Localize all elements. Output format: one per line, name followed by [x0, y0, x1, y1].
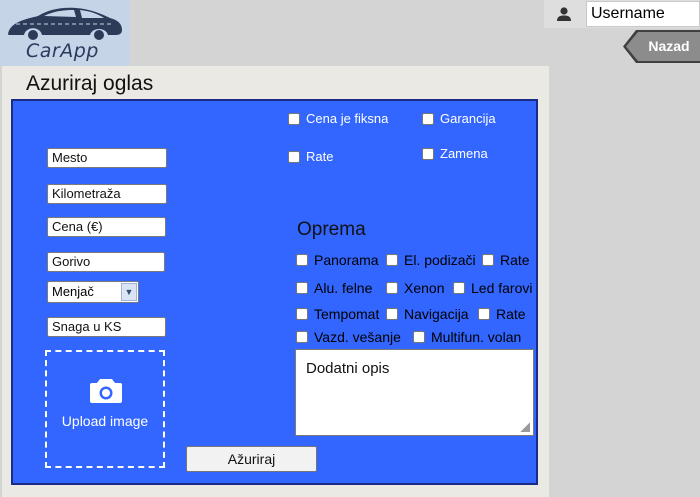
- navigation-checkbox[interactable]: Navigacija: [386, 306, 469, 322]
- checkbox-label: Alu. felne: [314, 280, 373, 296]
- cena-input[interactable]: Cena (€): [47, 217, 166, 237]
- checkbox-box[interactable]: [422, 147, 434, 160]
- back-button[interactable]: Nazad: [622, 29, 700, 63]
- user-icon: [557, 7, 571, 21]
- checkbox-label: Garancija: [440, 111, 496, 126]
- checkbox-box[interactable]: [296, 308, 308, 320]
- kilometraza-input[interactable]: Kilometraža: [47, 184, 167, 204]
- checkbox-label: Cena je fiksna: [306, 111, 389, 126]
- logo-text: CarApp: [26, 40, 99, 62]
- edit-panel: Azuriraj oglas Mesto Kilometraža Cena (€…: [2, 66, 549, 497]
- checkbox-box[interactable]: [386, 282, 398, 294]
- update-button[interactable]: Ažuriraj: [186, 446, 317, 472]
- panorama-checkbox[interactable]: Panorama: [296, 252, 379, 268]
- resize-grip-icon[interactable]: [520, 422, 530, 432]
- checkbox-box[interactable]: [422, 112, 434, 125]
- air-suspension-checkbox[interactable]: Vazd. vešanje: [296, 329, 401, 345]
- checkbox-box[interactable]: [478, 308, 490, 320]
- installments-checkbox[interactable]: Rate: [288, 149, 333, 164]
- checkbox-label: Rate: [500, 252, 530, 268]
- equipment-rate-checkbox[interactable]: Rate: [482, 252, 530, 268]
- mesto-input[interactable]: Mesto: [47, 148, 167, 168]
- xenon-checkbox[interactable]: Xenon: [386, 280, 444, 296]
- checkbox-label: Rate: [496, 306, 526, 322]
- checkbox-label: Panorama: [314, 252, 379, 268]
- led-lights-checkbox[interactable]: Led farovi: [453, 280, 532, 296]
- equipment-title: Oprema: [297, 219, 366, 240]
- checkbox-label: Vazd. vešanje: [314, 329, 401, 345]
- equipment-rate2-checkbox[interactable]: Rate: [478, 306, 526, 322]
- checkbox-label: Xenon: [404, 280, 445, 296]
- username-field[interactable]: Username: [586, 1, 700, 27]
- back-button-label: Nazad: [648, 38, 690, 54]
- description-textarea[interactable]: Dodatni opis: [295, 349, 534, 436]
- fixed-price-checkbox[interactable]: Cena je fiksna: [288, 111, 388, 126]
- snaga-input[interactable]: Snaga u KS: [47, 317, 166, 337]
- alloy-wheels-checkbox[interactable]: Alu. felne: [296, 280, 372, 296]
- checkbox-box[interactable]: [386, 254, 398, 266]
- checkbox-box[interactable]: [386, 308, 398, 320]
- checkbox-label: Rate: [306, 149, 334, 164]
- page-title: Azuriraj oglas: [26, 72, 154, 95]
- checkbox-box[interactable]: [482, 254, 494, 266]
- checkbox-label: El. podizači: [404, 252, 476, 268]
- cruise-control-checkbox[interactable]: Tempomat: [296, 306, 379, 322]
- checkbox-box[interactable]: [453, 282, 465, 294]
- description-placeholder: Dodatni opis: [306, 360, 390, 377]
- checkbox-label: Navigacija: [404, 306, 469, 322]
- trade-in-checkbox[interactable]: Zamena: [422, 146, 488, 161]
- user-area: Username: [544, 0, 700, 28]
- menjac-select-value: Menjač: [52, 284, 94, 299]
- checkbox-label: Led farovi: [471, 280, 533, 296]
- app-logo[interactable]: CarApp: [0, 0, 130, 66]
- warranty-checkbox[interactable]: Garancija: [422, 111, 496, 126]
- upload-image-label: Upload image: [61, 413, 149, 429]
- multifunction-wheel-checkbox[interactable]: Multifun. volan: [413, 329, 521, 345]
- upload-image-area[interactable]: Upload image: [45, 350, 165, 468]
- gorivo-input[interactable]: Gorivo: [47, 252, 165, 272]
- menjac-select[interactable]: Menjač ▼: [47, 281, 139, 303]
- checkbox-box[interactable]: [288, 150, 300, 163]
- checkbox-label: Zamena: [440, 146, 488, 161]
- power-windows-checkbox[interactable]: El. podizači: [386, 252, 476, 268]
- checkbox-box[interactable]: [296, 254, 308, 266]
- edit-ad-form: Mesto Kilometraža Cena (€) Gorivo Menjač…: [11, 99, 538, 485]
- checkbox-box[interactable]: [413, 331, 425, 343]
- checkbox-box[interactable]: [296, 331, 308, 343]
- camera-icon: [90, 379, 122, 403]
- checkbox-box[interactable]: [288, 112, 300, 125]
- checkbox-label: Tempomat: [314, 306, 380, 322]
- checkbox-box[interactable]: [296, 282, 308, 294]
- car-logo-icon: [8, 7, 122, 40]
- chevron-down-icon[interactable]: ▼: [121, 283, 137, 301]
- checkbox-label: Multifun. volan: [431, 329, 522, 345]
